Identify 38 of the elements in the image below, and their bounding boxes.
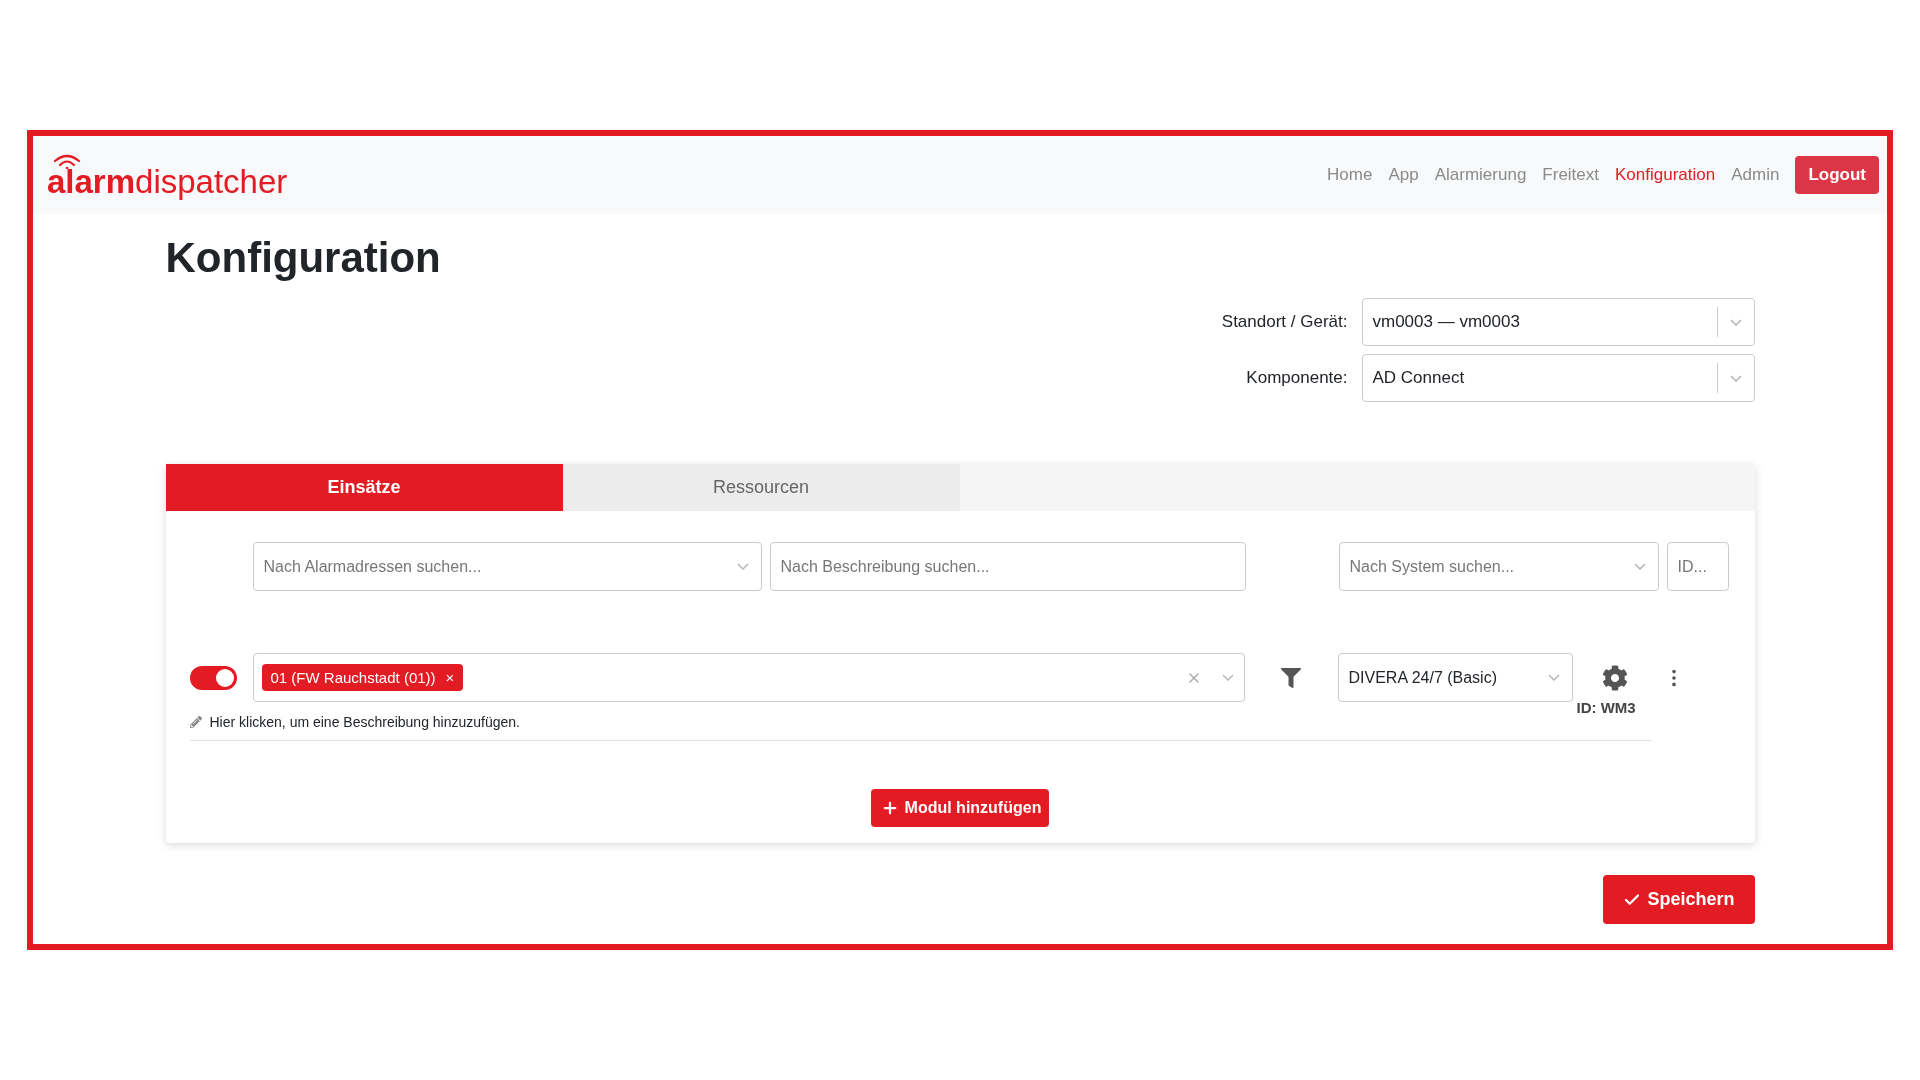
- alarmdispatcher-logo: alarmdispatcher: [47, 152, 288, 198]
- chevron-down-icon: [736, 563, 749, 570]
- dropdown-select[interactable]: vm0003 — vm0003: [1361, 298, 1755, 346]
- address-tag: 01 (FW Rauchstadt (01)) ×: [261, 664, 464, 691]
- filter-icon[interactable]: [1280, 667, 1301, 688]
- tab[interactable]: Einsätze: [165, 464, 563, 511]
- logout-button[interactable]: Logout: [1795, 156, 1879, 194]
- nav-link[interactable]: Konfiguration: [1615, 165, 1716, 185]
- system-dropdown[interactable]: DIVERA 24/7 (Basic): [1337, 653, 1573, 702]
- remove-tag-button[interactable]: ×: [445, 669, 455, 686]
- filter-dropdown[interactable]: Nach Alarmadressen suchen...: [252, 542, 762, 591]
- description-hint[interactable]: Hier klicken, um eine Beschreibung hinzuzufügen.: [209, 714, 520, 730]
- nav-link[interactable]: Admin: [1731, 165, 1780, 185]
- pencil-icon: [189, 716, 202, 728]
- field-label: Komponente:: [1246, 368, 1348, 388]
- search-field[interactable]: Nach Beschreibung suchen...: [769, 542, 1246, 591]
- filter-dropdown[interactable]: Nach System suchen...: [1338, 542, 1659, 591]
- nav-link[interactable]: Home: [1327, 165, 1373, 185]
- address-multiselect[interactable]: 01 (FW Rauchstadt (01)) ×: [252, 653, 1245, 702]
- search-field[interactable]: ID...: [1666, 542, 1729, 591]
- add-module-button[interactable]: Modul hinzufügen: [870, 789, 1050, 827]
- chevron-down-icon: [1729, 318, 1742, 326]
- field-label: Standort / Gerät:: [1221, 312, 1348, 332]
- chevron-down-icon: [1221, 674, 1234, 681]
- settings-icon[interactable]: [1601, 664, 1628, 691]
- page-title: Konfiguration: [165, 234, 442, 282]
- tab[interactable]: Ressourcen: [562, 464, 960, 511]
- signal-icon: [53, 152, 81, 169]
- module-id: ID: WM3: [1576, 698, 1636, 716]
- toggle-switch[interactable]: [189, 665, 237, 690]
- nav-link[interactable]: Freitext: [1542, 165, 1600, 185]
- nav-link[interactable]: App: [1388, 165, 1419, 185]
- chevron-down-icon: [1547, 674, 1560, 681]
- nav-link[interactable]: Alarmierung: [1434, 165, 1527, 185]
- save-button[interactable]: Speichern: [1603, 875, 1755, 924]
- chevron-down-icon: [1729, 374, 1742, 382]
- dropdown-select[interactable]: AD Connect: [1361, 354, 1755, 402]
- chevron-down-icon: [1633, 563, 1646, 570]
